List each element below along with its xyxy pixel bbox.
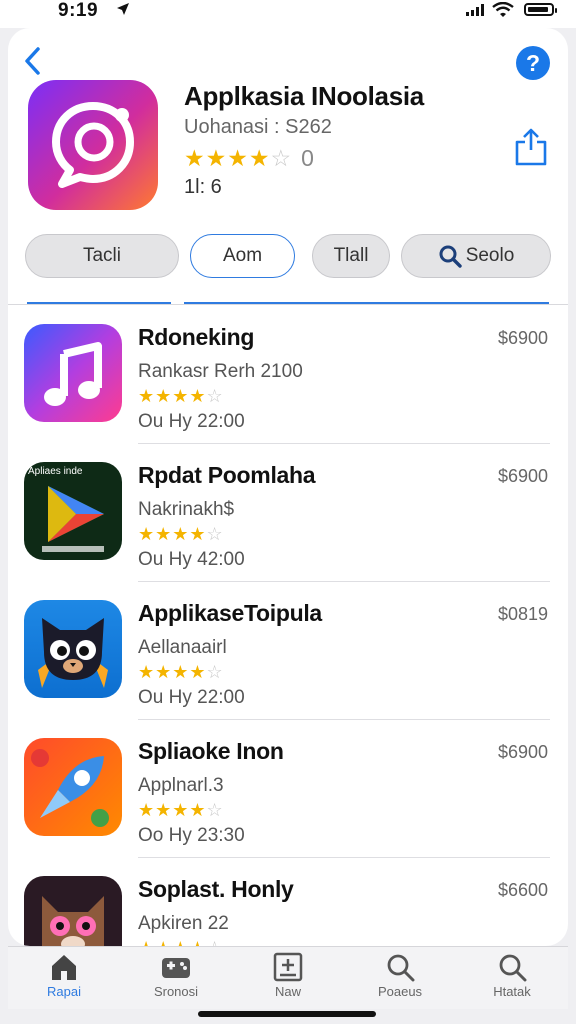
app-price[interactable]: $6900 (498, 466, 548, 487)
icon-caption: Apliaes inde (28, 466, 83, 477)
app-subtitle: Nakrinakh$ (138, 499, 235, 520)
list-item[interactable]: ApplikaseToipula $0819 Aellanaairl ★★★★☆… (8, 582, 568, 720)
app-rating: ★★★★☆ (138, 524, 224, 545)
rating-stars: ★★★★ (138, 386, 207, 406)
rating-count: 0 (301, 145, 314, 171)
list-item[interactable]: Spliaoke Inon $6900 Applnarl.3 ★★★★☆ Oo … (8, 720, 568, 858)
app-subtitle: Rankasr Rerh 2100 (138, 361, 303, 382)
search-icon (499, 954, 527, 982)
app-icon (24, 876, 122, 946)
app-name: Spliaoke Inon (138, 738, 284, 764)
rating-star-empty: ☆ (206, 800, 224, 820)
rating-stars: ★★★★ (138, 524, 207, 544)
tabbar-label: Poaeus (377, 984, 423, 999)
tabbar-label: Sronosi (153, 984, 199, 999)
tab-label: Aom (222, 245, 263, 266)
app-icon: Apliaes inde (24, 462, 122, 560)
rating-stars: ★★★★ (138, 800, 207, 820)
app-meta: Ou Hy 42:00 (138, 549, 245, 570)
cat-icon (38, 618, 108, 688)
app-subtitle: Applnarl.3 (138, 775, 224, 796)
tabbar-item-search[interactable]: Poaeus (344, 947, 456, 1009)
segment-tabs: Tacli Aom Tlall Seolo (25, 234, 555, 280)
app-rating: ★★★★ ☆ 0 (184, 145, 314, 172)
rating-star-empty: ☆ (206, 386, 224, 406)
app-subtitle: Aellanaairl (138, 637, 227, 658)
tabbar-item-today[interactable]: Rapai (8, 947, 120, 1009)
status-bar: 9:19 (0, 0, 576, 28)
list-item[interactable]: Apliaes inde Rpdat Poomlaha $6900 Nakrin… (8, 444, 568, 582)
app-icon (24, 324, 122, 422)
app-meta: Ou Hy 22:00 (138, 411, 245, 432)
list-item[interactable]: Rdoneking $6900 Rankasr Rerh 2100 ★★★★☆ … (8, 306, 568, 444)
app-price[interactable]: $6600 (498, 880, 548, 901)
back-chevron-icon[interactable] (22, 46, 44, 76)
tabbar-label: Htatak (493, 984, 531, 999)
app-icon (24, 738, 122, 836)
app-title: Applkasia INoolasia (184, 81, 424, 111)
list-item[interactable]: Soplast. Honly $6600 Apkiren 22 ★★★★☆ (8, 858, 568, 946)
rating-stars: ★★★★ (138, 662, 207, 682)
tabbar-item-search-2[interactable]: Htatak (456, 947, 568, 1009)
app-subtitle: Apkiren 22 (138, 913, 229, 934)
tab-2[interactable]: Aom (190, 234, 295, 278)
cellular-signal-icon (466, 4, 484, 16)
app-rating: ★★★★☆ (138, 938, 224, 946)
home-icon (52, 955, 76, 980)
location-arrow-icon (117, 3, 129, 15)
tabbar-label: Naw (274, 984, 301, 999)
rating-star-empty: ☆ (270, 145, 292, 171)
battery-icon (524, 3, 557, 16)
app-rating: ★★★★☆ (138, 662, 224, 683)
tab-3[interactable]: Tlall (312, 234, 390, 278)
tabbar-label: Rapai (47, 984, 81, 999)
app-name: Rdoneking (138, 324, 255, 350)
tab-search[interactable]: Seolo (401, 234, 551, 278)
wifi-icon (492, 2, 514, 17)
app-price[interactable]: $0819 (498, 604, 548, 625)
chat-bubble-icon (52, 102, 134, 188)
rating-stars: ★★★★ (184, 145, 271, 171)
new-icon (273, 952, 303, 982)
app-price[interactable]: $6900 (498, 328, 548, 349)
tab-label: Tlall (333, 245, 369, 266)
app-name: Rpdat Poomlaha (138, 462, 316, 488)
app-meta: Ou Hy 22:00 (138, 687, 245, 708)
search-icon (439, 245, 462, 268)
rating-stars: ★★★★ (138, 938, 207, 946)
bottom-tab-bar: Rapai Sronosi Naw Poaeus Htatak (8, 946, 568, 1009)
tabbar-item-games[interactable]: Sronosi (120, 947, 232, 1009)
rating-star-empty: ☆ (206, 662, 224, 682)
app-name: ApplikaseToipula (138, 600, 322, 626)
tab-label: Seolo (465, 245, 515, 266)
app-rating: ★★★★☆ (138, 800, 224, 821)
question-mark-icon: ? (525, 50, 541, 76)
help-button[interactable]: ? (516, 46, 550, 80)
app-subtitle: Uohanasi : S262 (184, 116, 332, 138)
app-rating: ★★★★☆ (138, 386, 224, 407)
age-rating: 1l: 6 (184, 176, 222, 198)
games-icon (162, 958, 190, 978)
app-icon (24, 600, 122, 698)
bear-icon (42, 896, 104, 946)
music-note-icon (44, 342, 102, 406)
rating-star-empty: ☆ (206, 524, 224, 544)
share-icon[interactable] (514, 128, 548, 166)
app-price[interactable]: $6900 (498, 742, 548, 763)
tab-label: Tacli (82, 245, 121, 266)
app-name: Soplast. Honly (138, 876, 294, 902)
divider (8, 304, 568, 305)
home-indicator[interactable] (198, 1011, 376, 1017)
search-icon (387, 954, 415, 982)
tabbar-item-new[interactable]: Naw (232, 947, 344, 1009)
rating-star-empty: ☆ (207, 938, 224, 946)
app-meta: Oo Hy 23:30 (138, 825, 245, 846)
app-detail-card: ? Applkasia INoolasia Uohanasi : S262 ★★… (8, 28, 568, 946)
app-icon (28, 80, 158, 210)
status-time: 9:19 (58, 0, 99, 21)
rocket-icon (31, 749, 109, 827)
tab-1[interactable]: Tacli (25, 234, 179, 278)
